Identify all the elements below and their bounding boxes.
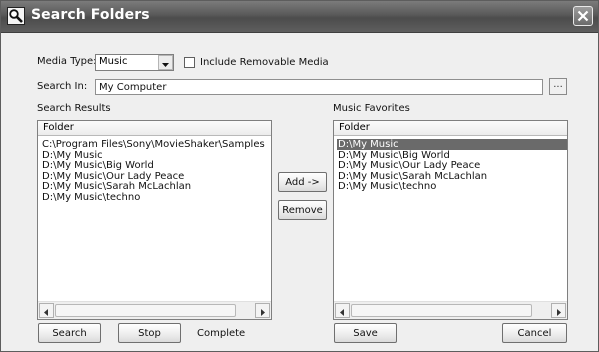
column-header-label: Folder	[43, 122, 74, 133]
column-header-label: Folder	[339, 122, 370, 133]
list-item[interactable]: D:\My Music\Our Lady Peace	[338, 160, 480, 171]
remove-button[interactable]: Remove	[278, 200, 327, 220]
list-item[interactable]: D:\My Music\techno	[42, 192, 140, 203]
scroll-right-button[interactable]	[255, 303, 270, 318]
list-item[interactable]: D:\My Music	[42, 150, 103, 161]
media-type-select[interactable]: Music	[95, 54, 174, 71]
column-header-folder[interactable]: Folder	[334, 121, 567, 136]
title-bar[interactable]: Search Folders	[1, 1, 598, 33]
chevron-left-icon	[44, 309, 48, 316]
column-header-folder[interactable]: Folder	[38, 121, 271, 136]
stop-button[interactable]: Stop	[118, 323, 181, 343]
scroll-left-button[interactable]	[335, 303, 350, 318]
cancel-button[interactable]: Cancel	[502, 323, 567, 343]
include-removable-label: Include Removable Media	[200, 57, 329, 68]
scroll-right-button[interactable]	[551, 303, 566, 318]
save-button[interactable]: Save	[334, 323, 397, 343]
status-text: Complete	[197, 328, 246, 339]
close-button[interactable]	[573, 6, 593, 26]
list-item[interactable]: D:\My Music\Big World	[338, 150, 450, 161]
chevron-down-icon[interactable]	[158, 55, 173, 70]
scroll-thumb[interactable]	[351, 304, 532, 317]
media-type-label: Media Type:	[37, 56, 97, 67]
search-in-field-box	[95, 79, 543, 95]
chevron-right-icon	[557, 309, 561, 316]
list-item[interactable]: D:\My Music	[337, 139, 567, 150]
search-in-field[interactable]	[99, 80, 529, 94]
add-button[interactable]: Add ->	[278, 172, 327, 192]
chevron-left-icon	[340, 309, 344, 316]
list-item[interactable]: D:\My Music\techno	[338, 181, 436, 192]
search-button[interactable]: Search	[38, 323, 101, 343]
window-title: Search Folders	[31, 7, 150, 23]
list-item[interactable]: D:\My Music\Our Lady Peace	[42, 171, 184, 182]
horizontal-scrollbar[interactable]	[38, 301, 271, 319]
include-removable-checkbox[interactable]	[184, 57, 195, 68]
search-in-label: Search In:	[37, 81, 88, 92]
search-results-label: Search Results	[37, 103, 111, 114]
close-icon	[577, 10, 589, 22]
media-type-value: Music	[99, 56, 128, 67]
list-item[interactable]: D:\My Music\Big World	[42, 160, 154, 171]
browse-button[interactable]: ...	[549, 78, 567, 95]
search-results-list[interactable]: Folder C:\Program Files\Sony\MovieShaker…	[37, 120, 272, 320]
horizontal-scrollbar[interactable]	[334, 301, 567, 319]
search-folder-icon	[7, 7, 25, 25]
music-favorites-list[interactable]: Folder D:\My Music D:\My Music\Big World D…	[333, 120, 568, 320]
scroll-left-button[interactable]	[39, 303, 54, 318]
scroll-thumb[interactable]	[55, 304, 236, 317]
search-folders-dialog: Search Folders Media Type: Music Include…	[0, 0, 599, 352]
chevron-right-icon	[261, 309, 265, 316]
list-item[interactable]: C:\Program Files\Sony\MovieShaker\Sample…	[42, 139, 265, 150]
list-item[interactable]: D:\My Music\Sarah McLachlan	[42, 181, 191, 192]
music-favorites-label: Music Favorites	[333, 103, 410, 114]
list-item[interactable]: D:\My Music\Sarah McLachlan	[338, 171, 487, 182]
